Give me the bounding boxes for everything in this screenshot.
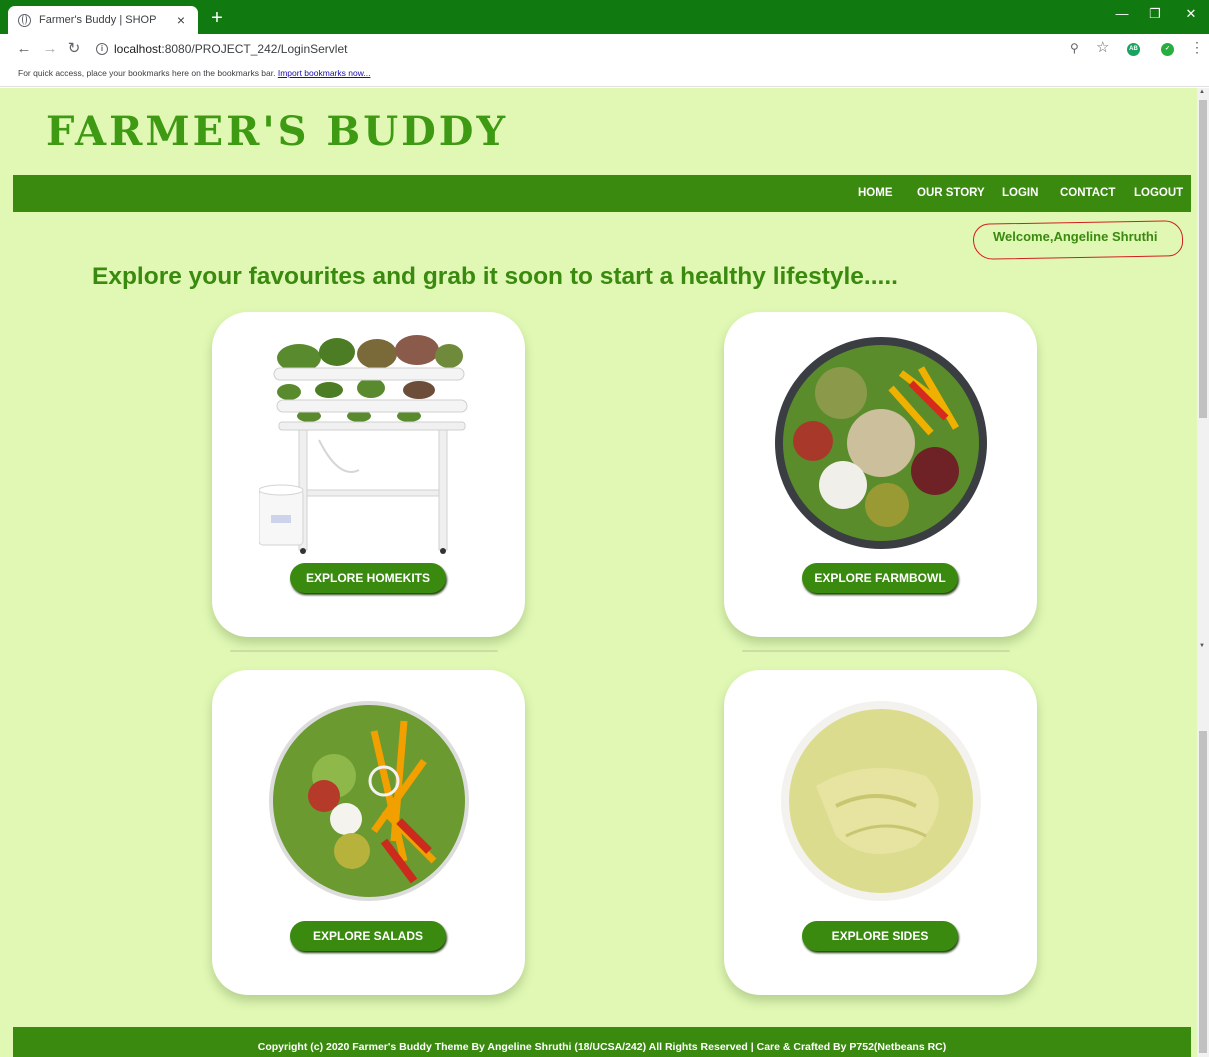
salad-image: [212, 688, 525, 914]
nav-home[interactable]: HOME: [858, 187, 893, 199]
main-navbar: HOME OUR STORY LOGIN CONTACT LOGOUT: [13, 175, 1191, 212]
page: FARMER'S BUDDY HOME OUR STORY LOGIN CONT…: [0, 88, 1209, 1057]
explore-farmbowl-button[interactable]: EXPLORE FARMBOWL: [802, 563, 958, 593]
minimize-icon[interactable]: —: [1107, 6, 1137, 21]
reload-icon[interactable]: ↻: [64, 39, 84, 59]
tab-close-icon[interactable]: ×: [174, 12, 188, 28]
product-card-salads: EXPLORE SALADS: [212, 670, 525, 995]
nav-logout[interactable]: LOGOUT: [1134, 187, 1183, 199]
site-logo[interactable]: FARMER'S BUDDY: [46, 108, 508, 155]
explore-homekits-button[interactable]: EXPLORE HOMEKITS: [290, 563, 446, 593]
browser-tab[interactable]: Farmer's Buddy | SHOP ×: [8, 6, 198, 34]
import-bookmarks-link[interactable]: Import bookmarks now...: [278, 68, 371, 78]
new-tab-button[interactable]: +: [206, 8, 228, 30]
welcome-area: Welcome,Angeline Shruthi: [972, 220, 1184, 260]
nav-contact[interactable]: CONTACT: [1060, 187, 1115, 199]
page-headline: Explore your favourites and grab it soon…: [92, 263, 898, 290]
restore-icon[interactable]: ❐: [1140, 6, 1170, 22]
product-card-farmbowl: EXPLORE FARMBOWL: [724, 312, 1037, 637]
welcome-message: Welcome,Angeline Shruthi: [993, 229, 1158, 244]
address-bar[interactable]: i localhost:8080/PROJECT_242/LoginServle…: [90, 37, 1120, 61]
scroll-up-icon[interactable]: ▲: [1199, 89, 1205, 95]
sides-dip-image: [724, 688, 1037, 914]
browser-tabstrip: Farmer's Buddy | SHOP × + — ❐ ✕: [0, 0, 1209, 34]
nav-login[interactable]: LOGIN: [1002, 187, 1038, 199]
window-close-icon[interactable]: ✕: [1176, 6, 1206, 22]
menu-icon[interactable]: ⋮: [1190, 39, 1204, 56]
tab-title: Farmer's Buddy | SHOP: [39, 14, 157, 26]
product-card-sides: EXPLORE SIDES: [724, 670, 1037, 995]
shield-extension-icon[interactable]: ✓: [1161, 43, 1174, 56]
bookmark-star-icon[interactable]: ☆: [1096, 38, 1109, 56]
scroll-down-icon[interactable]: ▼: [1199, 643, 1205, 649]
explore-sides-button[interactable]: EXPLORE SIDES: [802, 921, 958, 951]
product-card-homekits: EXPLORE HOMEKITS: [212, 312, 525, 637]
key-icon[interactable]: ⚲: [1070, 41, 1079, 55]
adblock-extension-icon[interactable]: AB: [1127, 43, 1140, 56]
card-divider: [742, 650, 1010, 652]
browser-toolbar: ← → ↻ i localhost:8080/PROJECT_242/Login…: [0, 34, 1209, 64]
back-icon[interactable]: ←: [14, 39, 34, 59]
farmbowl-image: [724, 330, 1037, 556]
globe-icon: [18, 13, 31, 27]
hydroponic-homekit-image: [212, 330, 525, 556]
explore-salads-button[interactable]: EXPLORE SALADS: [290, 921, 446, 951]
scrollbar-thumb[interactable]: [1199, 100, 1207, 418]
page-scrollbar[interactable]: ▲ ▼: [1197, 88, 1209, 1057]
info-icon[interactable]: i: [96, 43, 108, 55]
scrollbar-track-segment: [1199, 731, 1207, 1053]
url-text: localhost:8080/PROJECT_242/LoginServlet: [114, 42, 348, 56]
nav-our-story[interactable]: OUR STORY: [917, 187, 985, 199]
forward-icon[interactable]: →: [40, 39, 60, 59]
site-footer: Copyright (c) 2020 Farmer's Buddy Theme …: [13, 1027, 1191, 1057]
card-divider: [230, 650, 498, 652]
bookmarks-bar: For quick access, place your bookmarks h…: [0, 64, 1209, 87]
bookmarks-hint: For quick access, place your bookmarks h…: [18, 68, 276, 78]
